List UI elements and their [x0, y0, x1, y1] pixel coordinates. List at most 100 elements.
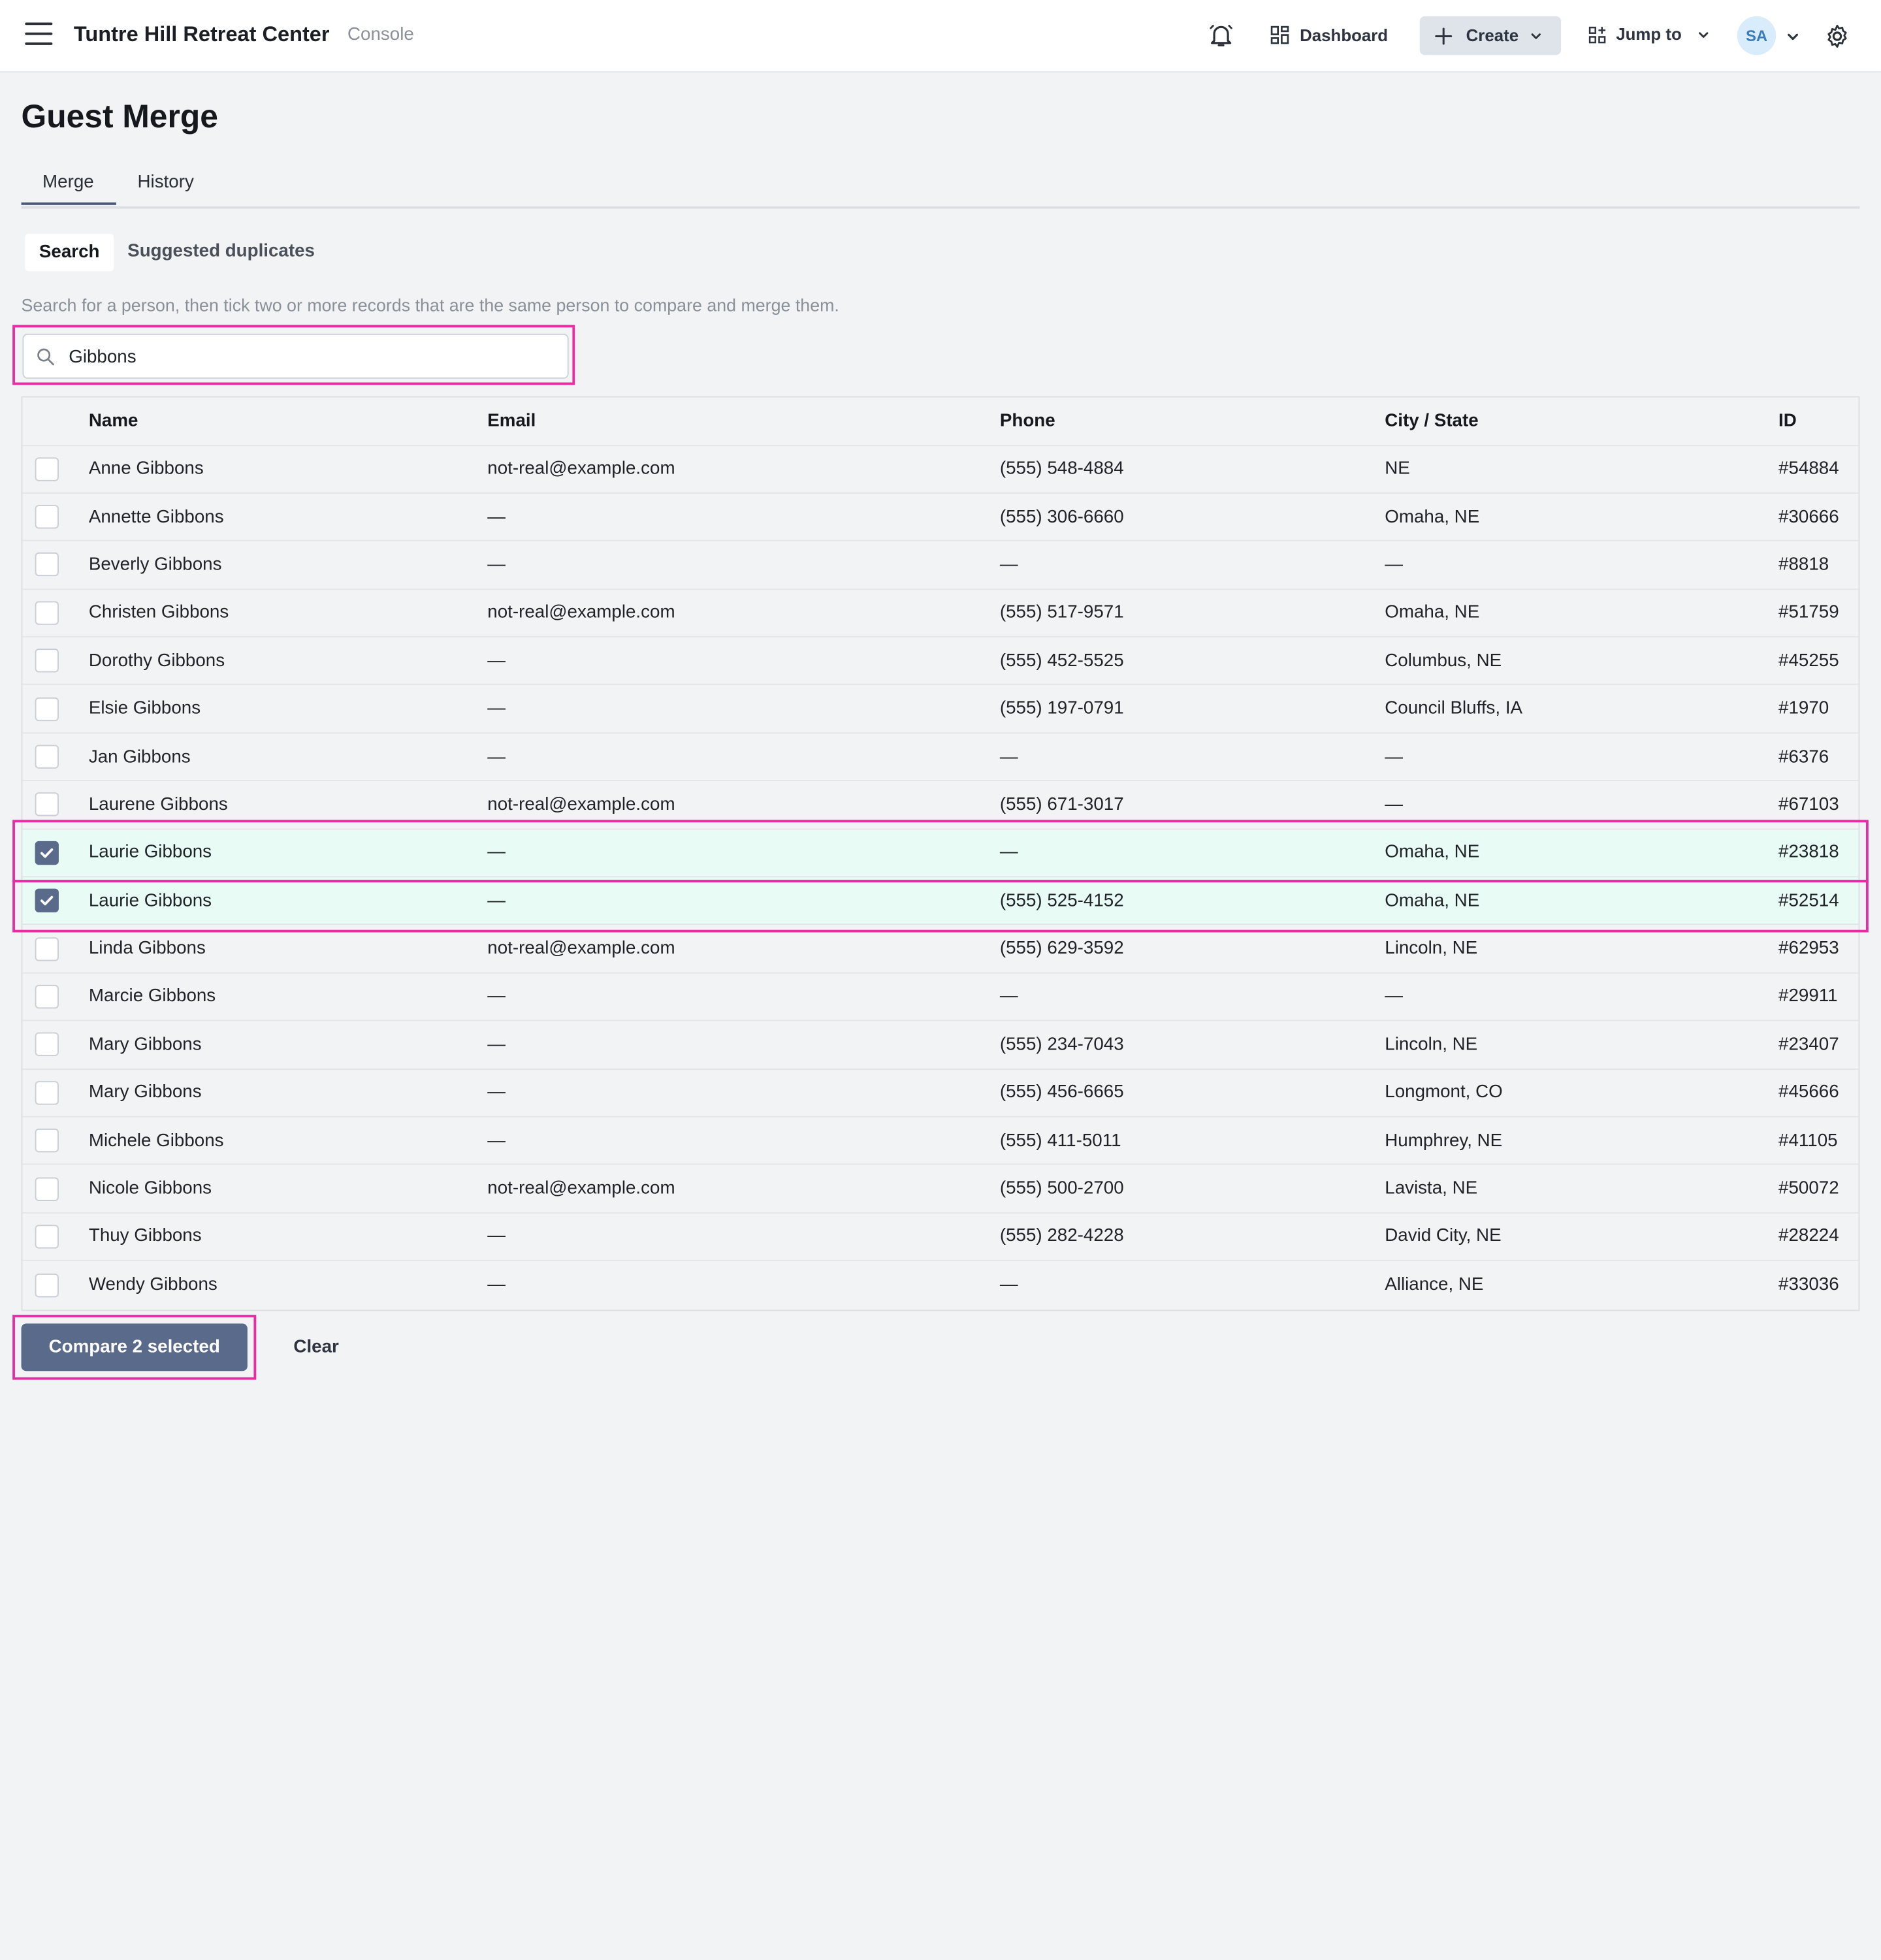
email-cell: — [487, 507, 506, 527]
checkbox-cell [35, 781, 59, 828]
table-row[interactable]: Elsie Gibbons — (555) 197-0791 Council Bluf… [22, 686, 1859, 733]
city-state-cell: NE [1385, 458, 1410, 479]
search-box[interactable] [22, 333, 569, 379]
row-checkbox[interactable] [35, 1129, 59, 1153]
chevron-down-icon [1698, 31, 1708, 37]
clear-button[interactable]: Clear [278, 1324, 355, 1372]
row-checkbox[interactable] [35, 505, 59, 529]
checkbox-cell [35, 686, 59, 733]
column-header-city-state[interactable]: City / State [1385, 398, 1478, 445]
table-row[interactable]: Annette Gibbons — (555) 306-6660 Omaha, NE #… [22, 494, 1859, 542]
row-checkbox[interactable] [35, 745, 59, 769]
row-checkbox[interactable] [35, 457, 59, 481]
email-cell: — [487, 1275, 506, 1296]
row-checkbox[interactable] [35, 1080, 59, 1105]
search-input[interactable] [66, 341, 559, 374]
subtab-suggested-duplicates[interactable]: Suggested duplicates [127, 241, 315, 261]
row-checkbox[interactable] [35, 1176, 59, 1201]
row-checkbox[interactable] [35, 649, 59, 673]
table-row[interactable]: Christen Gibbons not-real@example.com (555… [22, 590, 1859, 638]
table-row[interactable]: Beverly Gibbons — — — #8818 [22, 541, 1859, 590]
table-row[interactable]: Laurene Gibbons not-real@example.com (555)… [22, 781, 1859, 829]
column-header-phone[interactable]: Phone [1000, 398, 1055, 445]
table-row[interactable]: Anne Gibbons not-real@example.com (555) 54… [22, 445, 1859, 494]
city-state-cell: — [1385, 794, 1404, 815]
city-state-cell: Lincoln, NE [1385, 939, 1478, 959]
checkbox-cell [35, 973, 59, 1020]
row-checkbox[interactable] [35, 697, 59, 721]
table-row[interactable]: Jan Gibbons — — — #6376 [22, 733, 1859, 782]
compare-selected-button[interactable]: Compare 2 selected [21, 1323, 248, 1372]
bell-icon[interactable] [1208, 22, 1235, 49]
city-state-cell: Council Bluffs, IA [1385, 698, 1523, 719]
tab-merge[interactable]: Merge [42, 172, 94, 193]
chevron-down-icon[interactable] [1786, 30, 1800, 44]
email-cell: — [487, 747, 506, 767]
row-checkbox[interactable] [35, 793, 59, 817]
table-row[interactable]: Linda Gibbons not-real@example.com (555) 6… [22, 925, 1859, 974]
table-row[interactable]: Mary Gibbons — (555) 234-7043 Lincoln, NE #2… [22, 1021, 1859, 1070]
checkbox-cell [35, 445, 59, 492]
phone-cell: (555) 306-6660 [999, 507, 1124, 527]
name-cell: Jan Gibbons [88, 747, 191, 767]
id-cell: #8818 [1778, 554, 1829, 575]
id-cell: #62953 [1778, 939, 1839, 959]
row-checkbox[interactable] [35, 841, 59, 865]
table-row[interactable]: Dorothy Gibbons — (555) 452-5525 Columbus, … [22, 637, 1859, 686]
id-cell: #51759 [1778, 603, 1839, 623]
phone-cell: — [999, 986, 1018, 1007]
checkbox-cell [35, 1117, 59, 1165]
email-cell: not-real@example.com [487, 794, 675, 815]
row-checkbox[interactable] [35, 1225, 59, 1249]
phone-cell: (555) 411-5011 [999, 1131, 1121, 1151]
table-row[interactable]: Thuy Gibbons — (555) 282-4228 David City, N… [22, 1213, 1859, 1262]
dashboard-link[interactable]: Dashboard [1270, 25, 1388, 45]
jump-to-menu[interactable]: Jump to [1588, 25, 1709, 44]
user-avatar[interactable]: SA [1737, 16, 1776, 56]
id-cell: #1970 [1778, 698, 1829, 719]
id-cell: #33036 [1778, 1275, 1839, 1296]
city-state-cell: Omaha, NE [1385, 890, 1480, 911]
table-row[interactable]: Wendy Gibbons — — Alliance, NE #33036 [22, 1261, 1858, 1309]
id-cell: #23407 [1778, 1035, 1839, 1055]
column-header-name[interactable]: Name [89, 398, 138, 445]
id-cell: #50072 [1778, 1178, 1839, 1199]
table-row[interactable]: Nicole Gibbons not-real@example.com (555) … [22, 1165, 1859, 1213]
row-checkbox[interactable] [35, 601, 59, 625]
email-cell: — [487, 1131, 506, 1151]
row-checkbox[interactable] [35, 937, 59, 961]
subtab-search[interactable]: Search [25, 233, 114, 272]
row-checkbox[interactable] [35, 984, 59, 1009]
table-row[interactable]: Laurie Gibbons — — Omaha, NE #23818 [22, 829, 1859, 878]
tab-history[interactable]: History [137, 172, 193, 193]
row-checkbox[interactable] [35, 1273, 59, 1297]
id-cell: #41105 [1778, 1131, 1838, 1151]
dashboard-label: Dashboard [1300, 25, 1389, 44]
id-cell: #29911 [1778, 986, 1838, 1007]
top-bar: Tuntre Hill Retreat Center Console Dashb… [0, 0, 1881, 72]
gear-icon[interactable] [1824, 22, 1851, 50]
email-cell: — [487, 1227, 506, 1247]
column-header-email[interactable]: Email [487, 398, 536, 445]
table-row[interactable]: Marcie Gibbons — — — #29911 [22, 973, 1859, 1021]
row-checkbox[interactable] [35, 888, 59, 913]
create-button[interactable]: Create [1419, 16, 1562, 56]
table-row[interactable]: Michele Gibbons — (555) 411-5011 Humphrey, … [22, 1117, 1859, 1166]
email-cell: not-real@example.com [487, 603, 675, 623]
search-icon [37, 348, 54, 366]
row-checkbox[interactable] [35, 553, 59, 577]
column-header-id[interactable]: ID [1778, 398, 1797, 445]
jump-label: Jump to [1616, 25, 1682, 44]
email-cell: — [487, 986, 506, 1007]
city-state-cell: Longmont, CO [1385, 1082, 1503, 1103]
id-cell: #6376 [1778, 747, 1829, 767]
brand-title[interactable]: Tuntre Hill Retreat Center [74, 22, 330, 47]
menu-icon[interactable] [25, 22, 53, 47]
email-cell: — [487, 843, 506, 863]
table-row[interactable]: Mary Gibbons — (555) 456-6665 Longmont, CO #… [22, 1069, 1859, 1117]
table-row[interactable]: Laurie Gibbons — (555) 525-4152 Omaha, NE #5… [22, 877, 1859, 925]
city-state-cell: — [1385, 747, 1404, 767]
phone-cell: — [999, 843, 1018, 863]
dashboard-icon [1270, 25, 1289, 44]
row-checkbox[interactable] [35, 1033, 59, 1057]
